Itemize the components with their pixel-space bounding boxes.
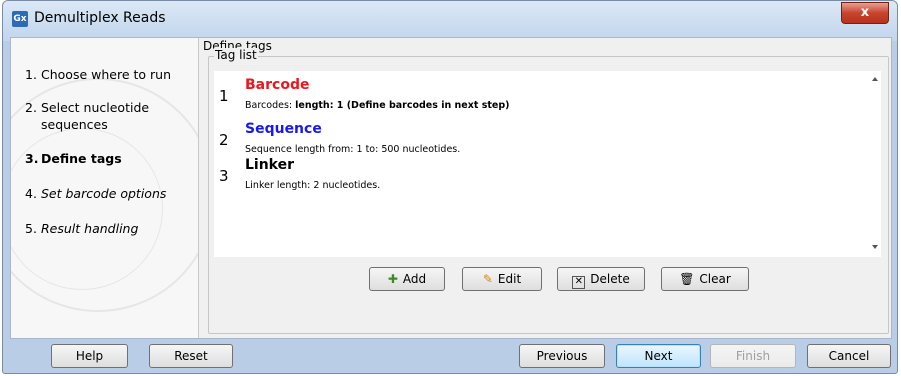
tag-name: Barcode <box>245 77 310 93</box>
help-button[interactable]: Help <box>51 344 128 368</box>
step-content: Define tags Tag list 1 Barcode Barcodes:… <box>201 38 891 338</box>
tag-number: 2 <box>219 131 229 149</box>
add-button-label: Add <box>402 272 427 286</box>
pencil-icon: ✎ <box>482 272 493 286</box>
reset-button[interactable]: Reset <box>149 344 233 368</box>
step-select-nucleotide-sequences: 2. Select nucleotide sequences <box>25 99 185 133</box>
close-button[interactable]: x <box>841 2 889 24</box>
step-choose-where-to-run: 1. Choose where to run <box>25 66 171 83</box>
step-result-handling: 5. Result handling <box>25 220 138 237</box>
previous-button[interactable]: Previous <box>519 344 605 368</box>
plus-icon: ✚ <box>387 272 398 286</box>
step-label: Define tags <box>41 151 122 166</box>
wizard-steps-panel: 1. Choose where to run 2. Select nucleotid… <box>11 38 199 338</box>
window-title: Demultiplex Reads <box>34 10 166 26</box>
step-label: Choose where to run <box>41 67 171 82</box>
edit-button[interactable]: ✎ Edit <box>462 267 542 291</box>
tag-list[interactable]: 1 Barcode Barcodes: length: 1 (Define ba… <box>214 71 881 257</box>
step-set-barcode-options: 4. Set barcode options <box>25 185 166 202</box>
dialog-window: Gx Demultiplex Reads x 1. Choose where to… <box>2 0 898 374</box>
tag-number: 1 <box>219 87 229 105</box>
tag-description: Linker length: 2 nucleotides. <box>245 180 381 191</box>
step-label: Result handling <box>41 221 139 236</box>
app-icon: Gx <box>12 11 28 27</box>
step-define-tags: 3. Define tags <box>25 150 122 167</box>
step-number: 1. <box>25 67 37 82</box>
edit-button-label: Edit <box>497 272 522 286</box>
tag-number: 3 <box>219 167 229 185</box>
scroll-down-arrow-icon[interactable] <box>872 245 878 249</box>
tag-description-prefix: Barcodes: <box>245 100 296 111</box>
finish-button: Finish <box>710 344 796 368</box>
tag-description: Sequence length from: 1 to: 500 nucleoti… <box>245 144 461 155</box>
title-bar: Gx Demultiplex Reads x <box>3 1 897 35</box>
tag-description-bold: length: 1 (Define barcodes in next step) <box>295 100 510 111</box>
clear-button-label: Clear <box>699 272 731 286</box>
next-button[interactable]: Next <box>616 344 701 368</box>
tag-list-group-label: Tag list <box>214 48 258 62</box>
tag-name: Sequence <box>245 121 322 137</box>
tag-name: Linker <box>245 157 295 173</box>
step-label: Set barcode options <box>41 186 167 201</box>
add-button[interactable]: ✚ Add <box>369 267 445 291</box>
step-number: 2. <box>25 100 37 115</box>
dialog-body: 1. Choose where to run 2. Select nucleotid… <box>10 37 892 339</box>
cancel-button[interactable]: Cancel <box>807 344 891 368</box>
delete-icon: ✕ <box>572 276 586 289</box>
clear-button[interactable]: 🗑 Clear <box>661 267 749 291</box>
step-label: Select nucleotide sequences <box>41 100 150 132</box>
trash-icon: 🗑 <box>679 272 695 286</box>
step-number: 4. <box>25 186 37 201</box>
step-number: 3. <box>25 151 39 166</box>
delete-button-label: Delete <box>590 272 630 286</box>
tag-list-group: Tag list 1 Barcode Barcodes: length: 1 (… <box>208 48 889 334</box>
step-number: 5. <box>25 221 37 236</box>
delete-button[interactable]: ✕ Delete <box>557 267 645 291</box>
scroll-up-arrow-icon[interactable] <box>872 77 878 81</box>
tag-description: Barcodes: length: 1 (Define barcodes in … <box>245 100 510 111</box>
